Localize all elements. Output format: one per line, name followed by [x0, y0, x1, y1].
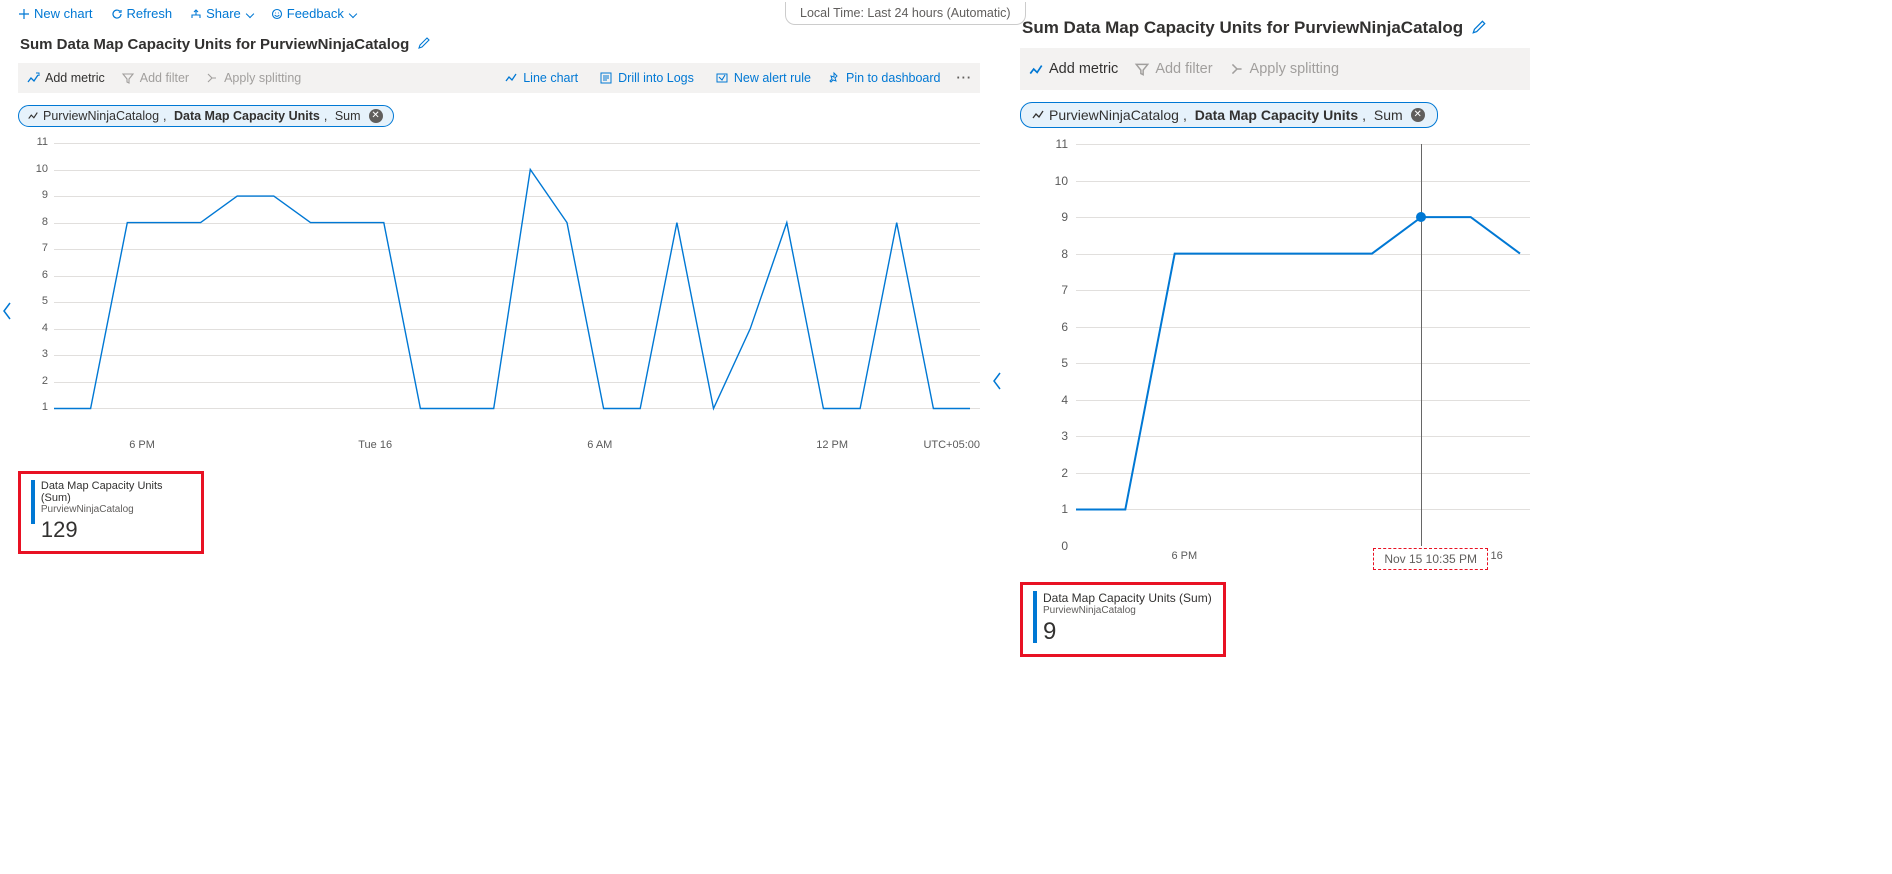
share-label: Share	[206, 6, 241, 21]
chip-resource: PurviewNinjaCatalog	[43, 109, 159, 123]
legend-value: 129	[41, 517, 191, 543]
chart-title-row: Sum Data Map Capacity Units for PurviewN…	[20, 36, 978, 53]
logs-icon	[599, 71, 613, 85]
left-chart-area[interactable]: 12345678910116 PMTue 166 AM12 PMUTC+05:0…	[18, 137, 980, 457]
share-button[interactable]: Share	[190, 6, 253, 21]
chart-title-row: Sum Data Map Capacity Units for PurviewN…	[1022, 18, 1528, 38]
metric-chip[interactable]: PurviewNinjaCatalog, Data Map Capacity U…	[18, 105, 394, 127]
chevron-down-icon	[246, 9, 254, 17]
refresh-label: Refresh	[127, 6, 173, 21]
filter-icon	[1134, 61, 1150, 77]
edit-title-button[interactable]	[417, 36, 431, 53]
chip-resource: PurviewNinjaCatalog	[1049, 107, 1179, 123]
refresh-icon	[111, 8, 123, 20]
chip-remove-button[interactable]: ✕	[1411, 108, 1425, 122]
collapse-left-icon[interactable]	[0, 300, 14, 327]
legend-color-bar	[31, 480, 35, 524]
right-chart-area[interactable]: 123456789101106 PMTue 16Nov 15 10:35 PM	[1020, 138, 1530, 568]
left-chart-panel: Sum Data Map Capacity Units for PurviewN…	[18, 30, 980, 554]
add-filter-label: Add filter	[1155, 61, 1212, 77]
chart-type-label: Line chart	[523, 71, 578, 85]
metric-icon	[26, 71, 40, 85]
add-filter-label: Add filter	[140, 71, 189, 85]
feedback-label: Feedback	[287, 6, 344, 21]
chip-agg: Sum	[335, 109, 361, 123]
metric-icon	[27, 110, 39, 122]
legend-resource-name: PurviewNinjaCatalog	[1043, 605, 1212, 616]
legend-summary-box: Data Map Capacity Units (Sum) PurviewNin…	[18, 471, 204, 554]
chip-metric: Data Map Capacity Units	[1195, 107, 1358, 123]
add-metric-button[interactable]: Add metric	[1028, 61, 1118, 77]
add-metric-label: Add metric	[1049, 61, 1118, 77]
cursor-time-label: Nov 15 10:35 PM	[1373, 548, 1488, 570]
alert-icon	[715, 71, 729, 85]
plus-icon	[18, 8, 30, 20]
legend-resource-name: PurviewNinjaCatalog	[41, 504, 191, 515]
chip-agg: Sum	[1374, 107, 1403, 123]
feedback-icon	[271, 8, 283, 20]
new-chart-button[interactable]: New chart	[18, 6, 93, 21]
split-icon	[205, 71, 219, 85]
legend-metric-name: Data Map Capacity Units (Sum)	[1043, 591, 1212, 605]
chart-type-dropdown[interactable]: Line chart	[504, 71, 583, 85]
pencil-icon	[417, 36, 431, 50]
pin-label: Pin to dashboard	[846, 71, 941, 85]
add-metric-button[interactable]: Add metric	[26, 71, 105, 85]
metric-icon	[1031, 108, 1045, 122]
apply-splitting-button[interactable]: Apply splitting	[1229, 61, 1339, 77]
share-icon	[190, 8, 202, 20]
collapse-right-icon[interactable]	[990, 370, 1004, 397]
line-chart-icon	[504, 71, 518, 85]
chip-remove-button[interactable]: ✕	[369, 109, 383, 123]
new-alert-label: New alert rule	[734, 71, 811, 85]
apply-splitting-label: Apply splitting	[1250, 61, 1339, 77]
add-filter-button[interactable]: Add filter	[121, 71, 189, 85]
pin-to-dashboard-button[interactable]: Pin to dashboard	[827, 71, 941, 85]
pencil-icon	[1471, 19, 1487, 35]
legend-value: 9	[1043, 618, 1212, 646]
add-metric-label: Add metric	[45, 71, 105, 85]
time-range-pill[interactable]: Local Time: Last 24 hours (Automatic)	[785, 2, 1026, 25]
chart-toolbar: Add metric Add filter Apply splitting	[1020, 48, 1530, 90]
drill-logs-label: Drill into Logs	[618, 71, 694, 85]
time-range-label: Local Time: Last 24 hours (Automatic)	[800, 6, 1011, 20]
new-alert-rule-button[interactable]: New alert rule	[715, 71, 811, 85]
drill-into-logs-button[interactable]: Drill into Logs	[599, 71, 699, 85]
legend-summary-box: Data Map Capacity Units (Sum) PurviewNin…	[1020, 582, 1226, 657]
chart-title: Sum Data Map Capacity Units for PurviewN…	[20, 36, 409, 53]
chart-title: Sum Data Map Capacity Units for PurviewN…	[1022, 18, 1463, 38]
chart-toolbar: Add metric Add filter Apply splitting Li…	[18, 63, 980, 93]
more-options-button[interactable]: ···	[957, 71, 973, 85]
pin-icon	[827, 71, 841, 85]
chip-metric: Data Map Capacity Units	[174, 109, 320, 123]
filter-icon	[121, 71, 135, 85]
split-icon	[1229, 61, 1245, 77]
right-chart-panel: Sum Data Map Capacity Units for PurviewN…	[1020, 12, 1530, 657]
chevron-down-icon	[349, 9, 357, 17]
edit-title-button[interactable]	[1471, 19, 1487, 38]
legend-color-bar	[1033, 591, 1037, 643]
legend-metric-name: Data Map Capacity Units (Sum)	[41, 480, 191, 504]
apply-splitting-button[interactable]: Apply splitting	[205, 71, 301, 85]
metric-icon	[1028, 61, 1044, 77]
new-chart-label: New chart	[34, 6, 93, 21]
apply-splitting-label: Apply splitting	[224, 71, 301, 85]
metric-chip[interactable]: PurviewNinjaCatalog, Data Map Capacity U…	[1020, 102, 1438, 128]
add-filter-button[interactable]: Add filter	[1134, 61, 1212, 77]
feedback-button[interactable]: Feedback	[271, 6, 356, 21]
refresh-button[interactable]: Refresh	[111, 6, 173, 21]
